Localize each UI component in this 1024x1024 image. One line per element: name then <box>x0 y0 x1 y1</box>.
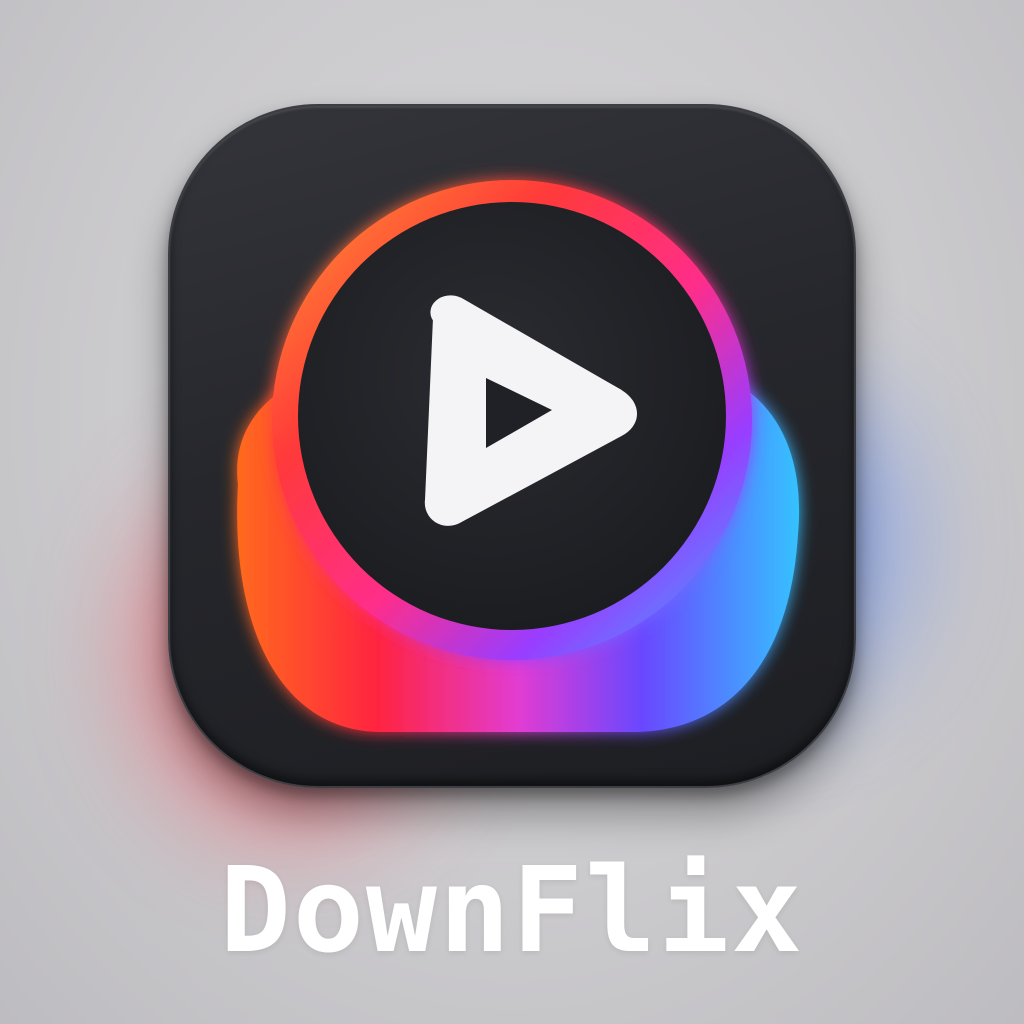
app-name-label: DownFlix <box>219 841 805 979</box>
app-logo-icon <box>237 180 800 732</box>
app-icon-showcase: DownFlix <box>0 0 1024 1024</box>
